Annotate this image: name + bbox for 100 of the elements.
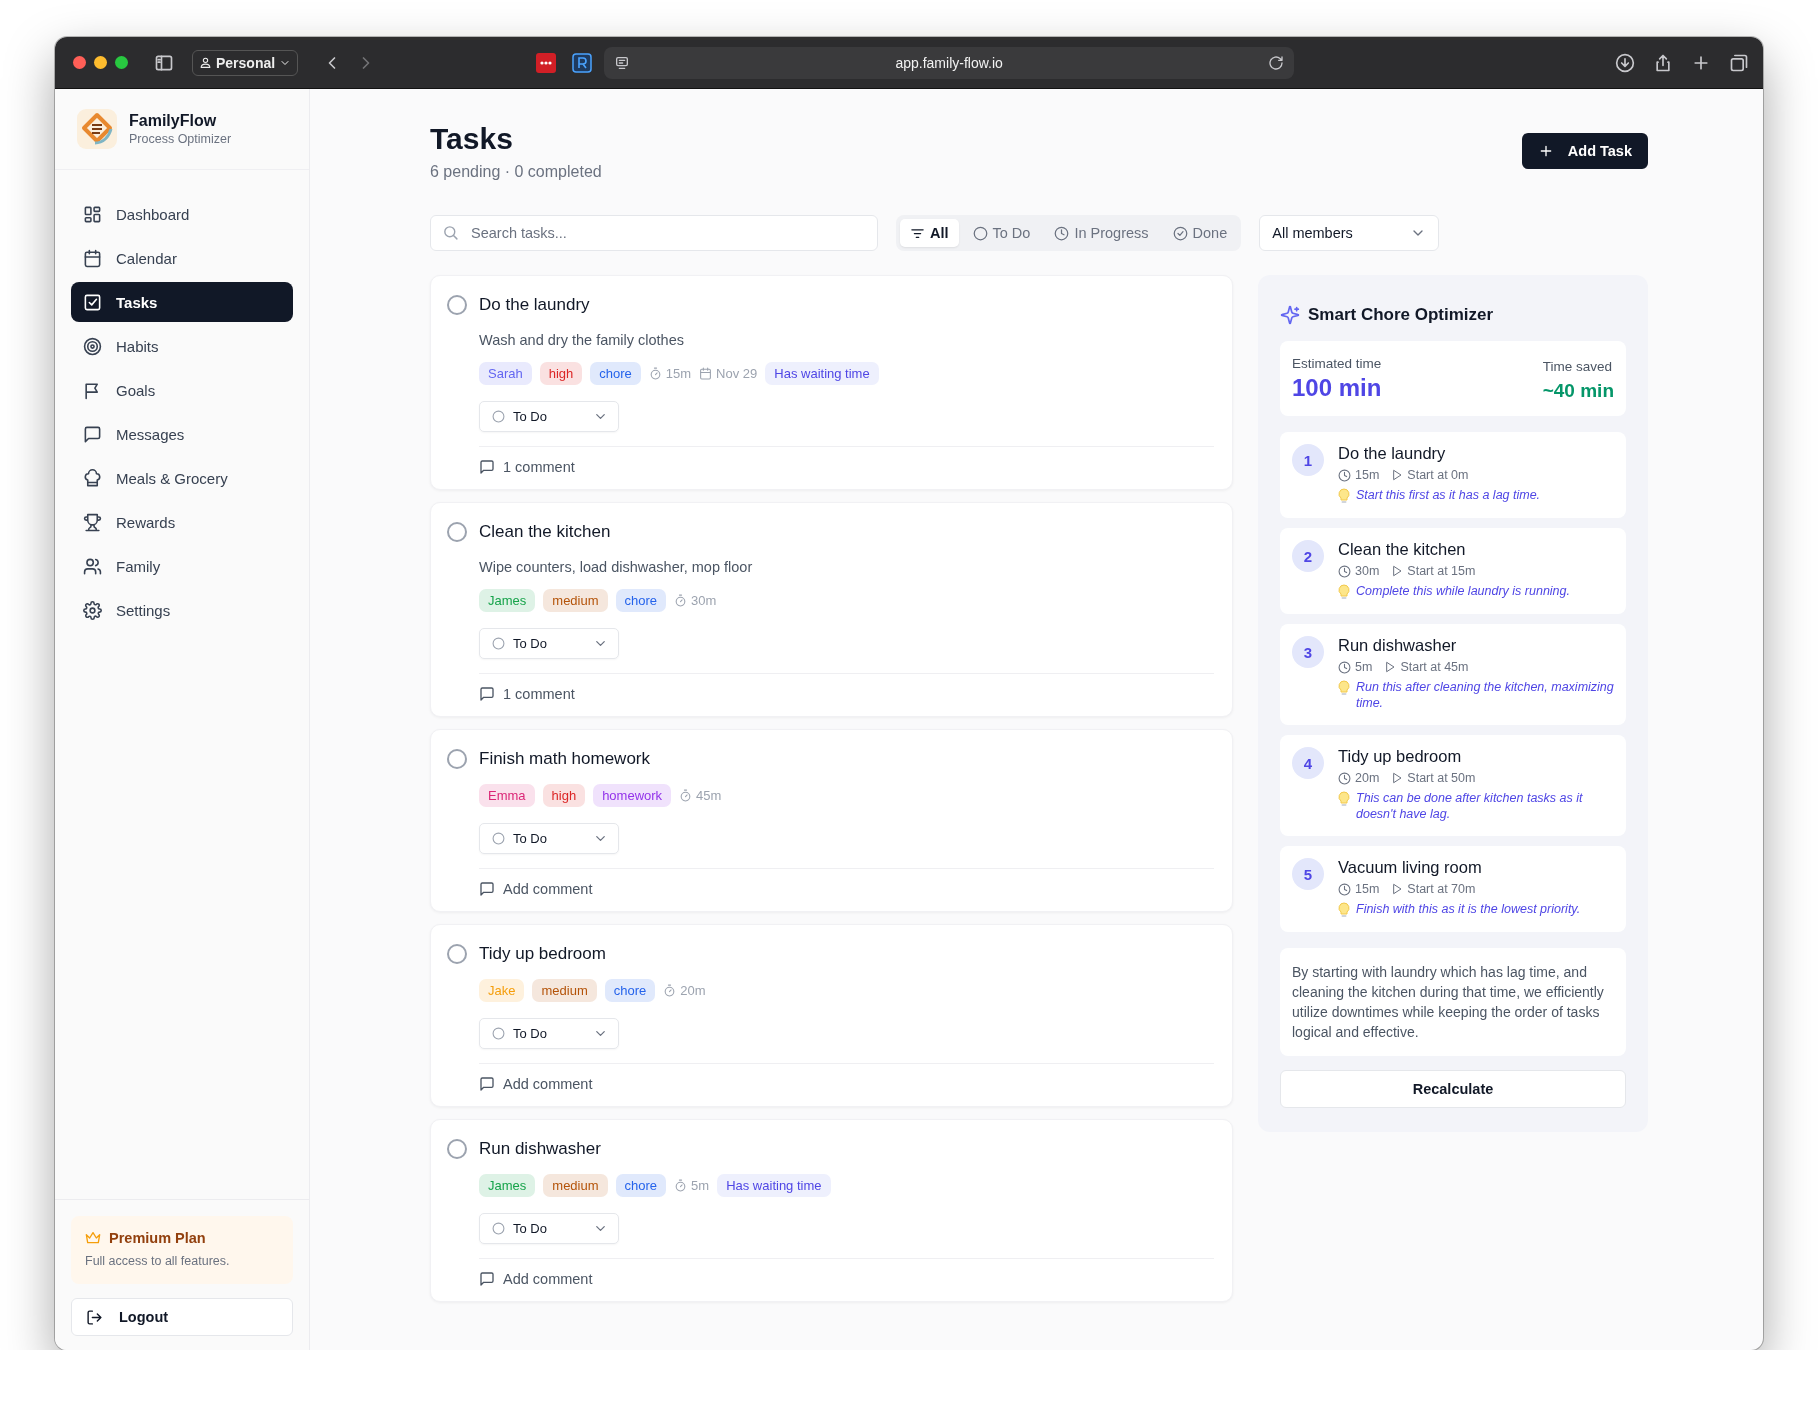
nav-item[interactable]: Dashboard <box>71 194 293 234</box>
comment-link[interactable]: Add comment <box>479 881 593 897</box>
comment-link[interactable]: 1 comment <box>479 459 575 475</box>
close-window-button[interactable] <box>73 56 86 69</box>
step-number: 3 <box>1292 636 1324 668</box>
member-tag: Jake <box>479 979 525 1002</box>
comment-icon <box>479 686 495 702</box>
plan-title: Premium Plan <box>109 1230 206 1246</box>
clock-icon <box>1338 771 1351 785</box>
nav-item[interactable]: Meals & Grocery <box>71 458 293 498</box>
priority-tag: medium <box>532 979 597 1002</box>
timer-icon <box>674 594 688 607</box>
circle-icon <box>492 410 505 423</box>
nav-item[interactable]: Family <box>71 546 293 586</box>
zoom-window-button[interactable] <box>115 56 128 69</box>
timer-icon <box>663 984 677 997</box>
step-tip: Finish with this as it is the lowest priority. <box>1356 901 1581 918</box>
calendar-icon <box>83 248 102 268</box>
member-select[interactable]: All members <box>1259 215 1440 251</box>
waiting-time-tag: Has waiting time <box>717 1174 831 1197</box>
filter-tab[interactable]: Done <box>1162 219 1238 247</box>
category-tag: chore <box>604 979 656 1002</box>
search-field[interactable]: Search tasks... <box>430 215 878 251</box>
play-icon <box>1391 883 1404 895</box>
chef-hat-icon <box>83 468 102 488</box>
step-number: 1 <box>1292 444 1324 476</box>
step-number: 5 <box>1292 858 1324 890</box>
checkbox-icon <box>83 292 102 312</box>
status-select[interactable]: To Do <box>479 401 619 432</box>
nav-item[interactable]: Calendar <box>71 238 293 278</box>
lightbulb-icon <box>1338 584 1350 600</box>
nav-item[interactable]: Settings <box>71 590 293 630</box>
time-saved-value: ~40 min <box>1542 380 1614 402</box>
task-checkbox[interactable] <box>447 944 467 964</box>
step-duration: 20m <box>1355 771 1380 785</box>
waiting-time-tag: Has waiting time <box>765 362 879 385</box>
step-number: 4 <box>1292 747 1324 779</box>
plan-description: Full access to all features. <box>85 1254 231 1268</box>
nav-item[interactable]: Goals <box>71 370 293 410</box>
logout-icon <box>86 1308 103 1326</box>
step-duration: 30m <box>1355 564 1380 578</box>
reader-icon <box>614 54 631 71</box>
app-subtitle: Process Optimizer <box>129 132 232 146</box>
share-button[interactable] <box>1653 52 1673 73</box>
filter-tab[interactable]: All <box>900 219 959 247</box>
recalculate-button[interactable]: Recalculate <box>1280 1070 1626 1108</box>
task-checkbox[interactable] <box>447 295 467 315</box>
minimize-window-button[interactable] <box>94 56 107 69</box>
crown-icon <box>85 1230 101 1246</box>
status-select[interactable]: To Do <box>479 628 619 659</box>
clock-icon <box>1338 660 1351 674</box>
task-title: Finish math homework <box>479 748 651 770</box>
comment-link[interactable]: Add comment <box>479 1271 593 1287</box>
settings-icon <box>83 600 102 620</box>
comment-icon <box>479 1271 495 1287</box>
nav-item[interactable]: Messages <box>71 414 293 454</box>
add-task-button[interactable]: Add Task <box>1521 133 1648 169</box>
tabs-icon <box>1729 52 1749 73</box>
status-select[interactable]: To Do <box>479 1213 619 1244</box>
downloads-button[interactable] <box>1615 52 1635 73</box>
nav-item[interactable]: Rewards <box>71 502 293 542</box>
category-tag: chore <box>615 1174 667 1197</box>
reload-icon <box>1268 54 1285 71</box>
time-saved-label: Time saved <box>1542 359 1613 374</box>
profile-button[interactable]: Personal <box>192 49 299 76</box>
target-icon <box>83 336 102 356</box>
nav-item[interactable]: Habits <box>71 326 293 366</box>
task-checkbox[interactable] <box>447 749 467 769</box>
due-date: Nov 29 <box>716 366 758 381</box>
lightbulb-icon <box>1338 488 1350 504</box>
extension-icon[interactable] <box>536 52 557 73</box>
step-duration: 15m <box>1355 468 1380 482</box>
lightbulb-icon <box>1338 902 1350 918</box>
member-tag: James <box>479 589 536 612</box>
task-summary: 6 pending · 0 completed <box>430 163 602 181</box>
comment-link[interactable]: 1 comment <box>479 686 575 702</box>
task-checkbox[interactable] <box>447 522 467 542</box>
task-checkbox[interactable] <box>447 1139 467 1159</box>
play-icon <box>1384 661 1397 673</box>
circle-icon <box>492 1027 505 1040</box>
chat-bubble-icon <box>83 424 102 444</box>
circle-icon <box>492 832 505 845</box>
step-title: Tidy up bedroom <box>1338 747 1463 766</box>
comment-link[interactable]: Add comment <box>479 1076 593 1092</box>
status-select[interactable]: To Do <box>479 823 619 854</box>
trophy-icon <box>83 512 102 532</box>
filter-tab[interactable]: To Do <box>962 219 1041 247</box>
lightbulb-icon <box>1338 680 1350 696</box>
step-title: Clean the kitchen <box>1338 540 1467 559</box>
member-tag: James <box>479 1174 536 1197</box>
tab-overview-button[interactable] <box>1729 52 1749 73</box>
step-start-time: Start at 50m <box>1407 771 1476 785</box>
address-bar[interactable]: app.family-flow.io <box>604 46 1295 79</box>
filter-tab[interactable]: In Progress <box>1044 219 1159 247</box>
nav-item[interactable]: Tasks <box>71 282 293 322</box>
status-select[interactable]: To Do <box>479 1018 619 1049</box>
priority-tag: medium <box>543 589 608 612</box>
logout-button[interactable]: Logout <box>71 1298 293 1336</box>
app-name: FamilyFlow <box>129 112 218 130</box>
duration-label: 5m <box>691 1178 710 1193</box>
